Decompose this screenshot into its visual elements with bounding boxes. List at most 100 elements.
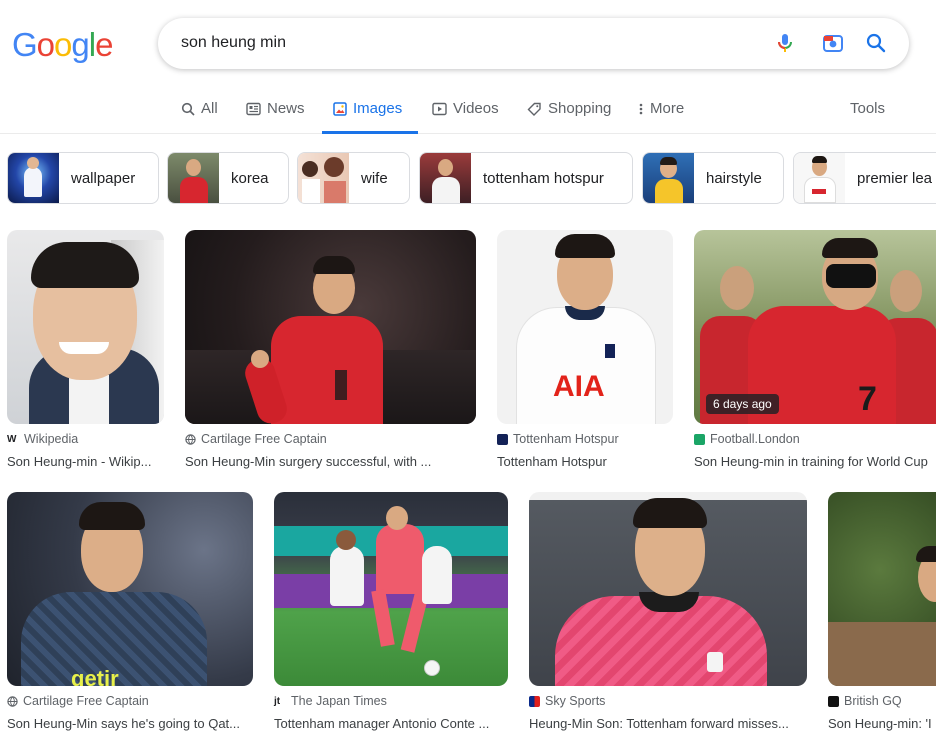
- chip-label: wife: [361, 170, 388, 187]
- tag-icon: [527, 102, 541, 116]
- chip-wallpaper[interactable]: wallpaper: [7, 152, 159, 204]
- tab-news[interactable]: News: [246, 100, 305, 134]
- chip-label: korea: [231, 170, 269, 187]
- result-source-name: Wikipedia: [24, 432, 79, 446]
- result-source-name: Tottenham Hotspur: [513, 432, 619, 446]
- mic-icon[interactable]: [773, 31, 797, 55]
- result-title[interactable]: Son Heung-min in training for World Cup: [694, 454, 936, 469]
- result-source[interactable]: Tottenham Hotspur: [497, 432, 619, 446]
- result-thumbnail[interactable]: [274, 492, 508, 686]
- result-source-name: British GQ: [844, 694, 902, 708]
- result-source-name: Cartilage Free Captain: [201, 432, 327, 446]
- chip-thumbnail: [643, 153, 694, 203]
- result-source-name: The Japan Times: [291, 694, 387, 708]
- sky-sports-icon: [529, 695, 540, 707]
- camera-lens-icon[interactable]: [821, 31, 845, 55]
- chip-premier-league[interactable]: premier lea: [793, 152, 936, 204]
- result-source-name: Sky Sports: [545, 694, 606, 708]
- result-source[interactable]: Cartilage Free Captain: [7, 694, 149, 708]
- dots-vertical-icon: [639, 103, 643, 115]
- image-result[interactable]: AIA Tottenham Hotspur Tottenham Hotspur: [497, 230, 673, 470]
- tab-images[interactable]: Images: [322, 100, 418, 134]
- tab-label: More: [650, 100, 685, 117]
- result-source-name: Cartilage Free Captain: [23, 694, 149, 708]
- image-result[interactable]: jt The Japan Times Tottenham manager Ant…: [274, 492, 508, 738]
- football-london-icon: [694, 433, 705, 445]
- result-thumbnail[interactable]: [529, 492, 807, 686]
- shirt-sponsor-logo: AIA: [553, 370, 605, 403]
- search-tabs: All News Images Videos Shopping More Too…: [0, 96, 936, 134]
- globe-icon: [7, 695, 18, 707]
- logo-letter: G: [12, 26, 38, 63]
- tab-label: Videos: [453, 100, 499, 117]
- logo-letter: g: [71, 26, 89, 63]
- result-source-name: Football.London: [710, 432, 800, 446]
- play-icon: [432, 102, 447, 116]
- result-title[interactable]: Tottenham manager Antonio Conte ...: [274, 716, 508, 731]
- result-thumbnail[interactable]: [7, 230, 164, 424]
- result-source[interactable]: W Wikipedia: [7, 432, 78, 446]
- image-result[interactable]: W Wikipedia Son Heung-min - Wikip...: [7, 230, 164, 470]
- recency-badge: 6 days ago: [706, 394, 779, 414]
- result-title[interactable]: Heung-Min Son: Tottenham forward misses.…: [529, 716, 807, 731]
- chip-label: wallpaper: [71, 170, 136, 187]
- image-icon: [333, 102, 347, 116]
- result-thumbnail[interactable]: [185, 230, 476, 424]
- image-result[interactable]: 7 6 days ago Football.London Son Heung-m…: [694, 230, 936, 470]
- result-source[interactable]: British GQ: [828, 694, 902, 708]
- logo-letter: e: [95, 26, 113, 63]
- chip-label: premier lea: [857, 170, 933, 187]
- logo-letter: o: [54, 26, 72, 63]
- result-title[interactable]: Son Heung-Min says he's going to Qat...: [7, 716, 253, 731]
- japan-times-icon: jt: [274, 695, 281, 707]
- tab-all[interactable]: All: [181, 100, 218, 134]
- result-thumbnail[interactable]: [828, 492, 936, 686]
- result-source[interactable]: Cartilage Free Captain: [185, 432, 327, 446]
- tab-more[interactable]: More: [638, 100, 684, 134]
- news-icon: [246, 102, 261, 116]
- chip-thumbnail: [794, 153, 845, 203]
- result-title[interactable]: Son Heung-Min surgery successful, with .…: [185, 454, 476, 469]
- result-title[interactable]: Son Heung-min - Wikip...: [7, 454, 164, 469]
- tools-button[interactable]: Tools: [850, 100, 885, 117]
- image-result[interactable]: Cartilage Free Captain Son Heung-Min sur…: [185, 230, 476, 470]
- tab-label: Images: [353, 100, 403, 117]
- result-source[interactable]: jt The Japan Times: [274, 694, 387, 708]
- search-icon[interactable]: [864, 31, 888, 55]
- tab-label: News: [267, 100, 305, 117]
- related-search-chips: wallpaper korea wife tottenham hotspur h…: [7, 152, 936, 204]
- search-input[interactable]: son heung min: [181, 34, 286, 52]
- google-logo[interactable]: Google: [12, 26, 113, 64]
- chip-hairstyle[interactable]: hairstyle: [642, 152, 784, 204]
- result-title[interactable]: Tottenham Hotspur: [497, 454, 673, 469]
- search-box[interactable]: son heung min: [158, 18, 909, 69]
- image-result[interactable]: Sky Sports Heung-Min Son: Tottenham forw…: [529, 492, 807, 738]
- shirt-sponsor-logo: getir: [71, 666, 119, 686]
- logo-letter: o: [36, 26, 55, 63]
- result-source[interactable]: Football.London: [694, 432, 800, 446]
- globe-icon: [185, 433, 196, 445]
- british-gq-icon: [828, 695, 839, 707]
- chip-label: hairstyle: [706, 170, 762, 187]
- tab-label: Shopping: [548, 100, 612, 117]
- chip-wife[interactable]: wife: [297, 152, 410, 204]
- result-source[interactable]: Sky Sports: [529, 694, 605, 708]
- chip-thumbnail: [8, 153, 59, 203]
- wikipedia-icon: W: [7, 433, 17, 445]
- chip-thumbnail: [298, 153, 349, 203]
- result-thumbnail[interactable]: AIA: [497, 230, 673, 424]
- result-title[interactable]: Son Heung-min: 'I: [828, 716, 936, 731]
- search-icon: [181, 102, 195, 116]
- tab-videos[interactable]: Videos: [432, 100, 499, 134]
- chip-korea[interactable]: korea: [167, 152, 289, 204]
- result-thumbnail[interactable]: getir: [7, 492, 253, 686]
- chip-thumbnail: [420, 153, 471, 203]
- chip-thumbnail: [168, 153, 219, 203]
- tab-label: All: [201, 100, 218, 117]
- chip-label: tottenham hotspur: [483, 170, 604, 187]
- tab-shopping[interactable]: Shopping: [527, 100, 611, 134]
- image-result[interactable]: getir Cartilage Free Captain Son Heung-M…: [7, 492, 253, 738]
- chip-tottenham-hotspur[interactable]: tottenham hotspur: [419, 152, 633, 204]
- spurs-icon: [497, 433, 508, 445]
- image-result[interactable]: British GQ Son Heung-min: 'I: [828, 492, 936, 738]
